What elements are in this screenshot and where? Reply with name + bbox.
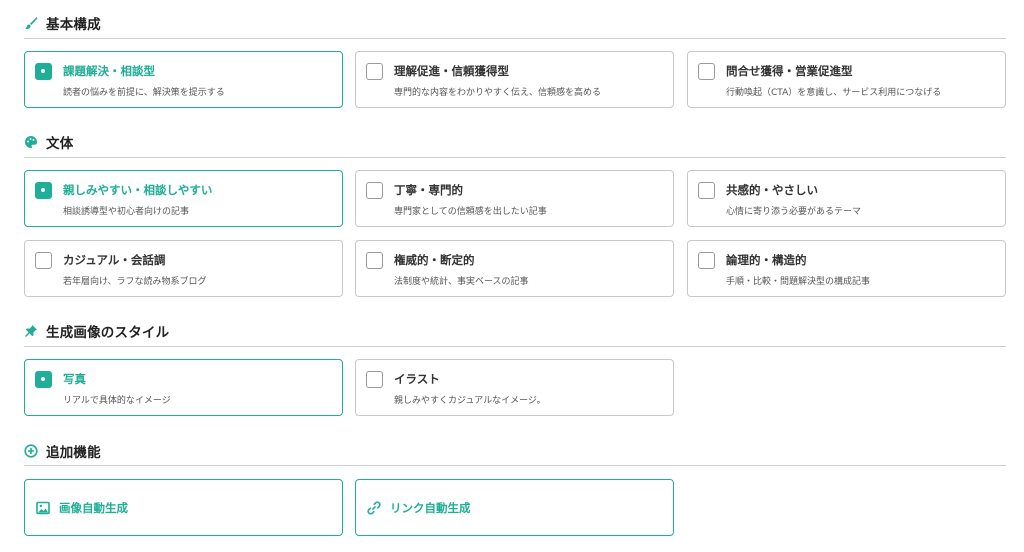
checkbox[interactable] — [366, 371, 383, 388]
image-auto-generate-button[interactable]: 画像自動生成 — [24, 479, 343, 536]
checkbox[interactable] — [366, 252, 383, 269]
image-icon — [36, 501, 50, 515]
option-title: 丁寧・専門的 — [394, 183, 463, 197]
pin-icon — [24, 324, 38, 338]
option-card-image-style-0[interactable]: 写真 リアルで具体的なイメージ — [24, 359, 343, 416]
option-description: 法制度や統計、事実ベースの記事 — [394, 277, 529, 287]
checkbox[interactable] — [698, 252, 715, 269]
option-card-basic-2[interactable]: 問合せ獲得・営業促進型 行動喚起（CTA）を意識し、サービス利用につなげる — [687, 51, 1006, 108]
section-title: 追加機能 — [46, 445, 101, 461]
option-description: 読者の悩みを前提に、解決策を提示する — [63, 88, 225, 98]
option-title: 課題解決・相談型 — [63, 64, 155, 78]
option-card-style-2[interactable]: 共感的・やさしい 心情に寄り添う必要があるテーマ — [687, 170, 1006, 227]
section-header-extras: 追加機能 — [24, 440, 1006, 462]
checkbox[interactable] — [35, 182, 52, 199]
option-card-image-style-1[interactable]: イラスト 親しみやすくカジュアルなイメージ。 — [355, 359, 674, 416]
checkbox[interactable] — [366, 63, 383, 80]
palette-icon — [24, 135, 38, 149]
option-card-style-3[interactable]: カジュアル・会話調 若年層向け、ラフな読み物系ブログ — [24, 240, 343, 297]
option-description: 心情に寄り添う必要があるテーマ — [726, 207, 862, 217]
option-title: 問合せ獲得・営業促進型 — [726, 64, 853, 78]
checkbox[interactable] — [35, 371, 52, 388]
option-description: 相談誘導型や初心者向けの記事 — [63, 207, 190, 217]
option-card-style-4[interactable]: 権威的・断定的 法制度や統計、事実ベースの記事 — [355, 240, 674, 297]
option-description: 専門家としての信頼感を出したい記事 — [394, 207, 547, 217]
option-title: 共感的・やさしい — [726, 183, 818, 197]
section-divider — [24, 346, 1006, 347]
option-description: 手順・比較・問題解決型の構成記事 — [726, 277, 871, 287]
option-card-basic-1[interactable]: 理解促進・信頼獲得型 専門的な内容をわかりやすく伝え、信頼感を高める — [355, 51, 674, 108]
feature-label: リンク自動生成 — [390, 500, 471, 515]
option-title: イラスト — [394, 372, 440, 386]
section-header-image-style: 生成画像のスタイル — [24, 320, 1006, 342]
option-description: 行動喚起（CTA）を意識し、サービス利用につなげる — [726, 88, 942, 98]
checkbox[interactable] — [35, 63, 52, 80]
section-title: 生成画像のスタイル — [46, 325, 170, 341]
option-card-style-1[interactable]: 丁寧・専門的 専門家としての信頼感を出したい記事 — [355, 170, 674, 227]
option-title: 写真 — [63, 372, 86, 386]
section-divider — [24, 38, 1006, 39]
option-title: 理解促進・信頼獲得型 — [394, 64, 509, 78]
option-description: リアルで具体的なイメージ — [63, 396, 171, 406]
option-title: 権威的・断定的 — [394, 253, 475, 267]
link-auto-generate-button[interactable]: リンク自動生成 — [355, 479, 674, 536]
checkbox[interactable] — [698, 182, 715, 199]
section-divider — [24, 157, 1006, 158]
option-card-basic-0[interactable]: 課題解決・相談型 読者の悩みを前提に、解決策を提示する — [24, 51, 343, 108]
option-card-style-5[interactable]: 論理的・構造的 手順・比較・問題解決型の構成記事 — [687, 240, 1006, 297]
section-title: 文体 — [46, 136, 74, 152]
option-title: 論理的・構造的 — [726, 253, 807, 267]
checkbox[interactable] — [698, 63, 715, 80]
option-description: 親しみやすくカジュアルなイメージ。 — [394, 396, 546, 406]
feature-label: 画像自動生成 — [59, 500, 128, 515]
option-description: 専門的な内容をわかりやすく伝え、信頼感を高める — [394, 88, 602, 98]
brush-icon — [24, 16, 38, 30]
section-title: 基本構成 — [46, 17, 101, 33]
section-header-style: 文体 — [24, 131, 1006, 153]
checkbox[interactable] — [366, 182, 383, 199]
plus-circle-icon — [24, 444, 38, 458]
option-card-style-0[interactable]: 親しみやすい・相談しやすい 相談誘導型や初心者向けの記事 — [24, 170, 343, 227]
option-title: 親しみやすい・相談しやすい — [63, 183, 213, 197]
checkbox[interactable] — [35, 252, 52, 269]
section-divider — [24, 465, 1006, 466]
option-title: カジュアル・会話調 — [63, 253, 166, 267]
link-icon — [367, 500, 381, 515]
section-header-basic: 基本構成 — [24, 12, 1006, 34]
option-description: 若年層向け、ラフな読み物系ブログ — [63, 277, 207, 287]
